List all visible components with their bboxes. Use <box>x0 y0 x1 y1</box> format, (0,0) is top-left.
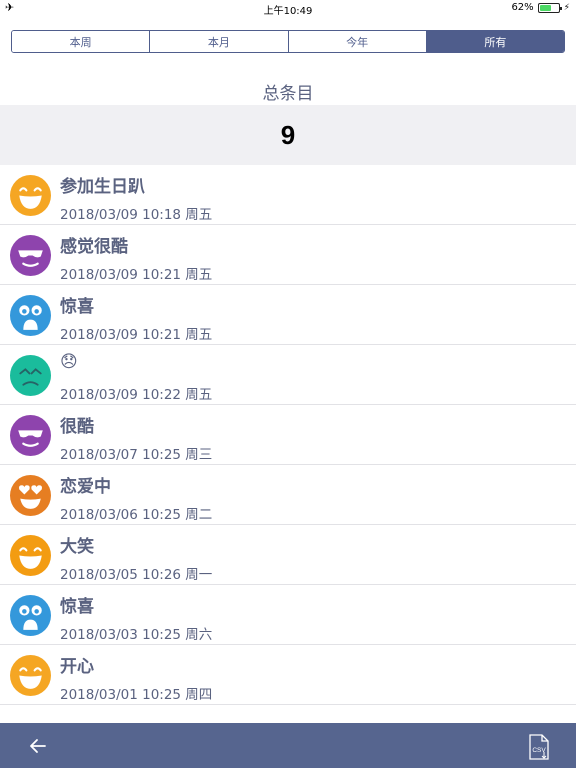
status-bar: ✈ 上午10:49 62% ⚡ <box>0 0 576 17</box>
entry-row[interactable]: 恋爱中 2018/03/06 10:25 周二 <box>0 465 576 525</box>
entry-row[interactable]: 参加生日趴 2018/03/09 10:18 周五 <box>0 165 576 225</box>
cool-face-icon <box>10 415 51 456</box>
back-arrow-icon <box>30 739 46 753</box>
surprised-face-icon <box>10 295 51 336</box>
entry-title: 开心 <box>60 657 94 677</box>
export-csv-button[interactable]: CSV <box>527 733 551 761</box>
status-time: 上午10:49 <box>263 6 313 17</box>
entry-title: 很酷 <box>60 417 94 437</box>
entry-row[interactable]: 开心 2018/03/01 10:25 周四 <box>0 645 576 705</box>
segment-this-week[interactable]: 本周 <box>12 31 151 52</box>
cool-face-icon <box>10 235 51 276</box>
entry-date: 2018/03/09 10:22 周五 <box>60 387 213 403</box>
period-segmented-control: 本周 本月 今年 所有 <box>11 30 565 53</box>
bolt-icon: ⚡ <box>563 2 570 13</box>
entry-date: 2018/03/09 10:21 周五 <box>60 267 213 283</box>
entry-row[interactable]: 大笑 2018/03/05 10:26 周一 <box>0 525 576 585</box>
in-love-face-icon <box>10 475 51 516</box>
entry-row[interactable]: 很酷 2018/03/07 10:25 周三 <box>0 405 576 465</box>
big-smile-face-icon <box>10 175 51 216</box>
segment-this-month[interactable]: 本月 <box>150 31 289 52</box>
battery-icon <box>537 2 562 13</box>
laugh-face-icon <box>10 535 51 576</box>
surprised-face-icon <box>10 595 51 636</box>
total-count: 9 <box>280 119 296 150</box>
entry-row[interactable]: 感觉很酷 2018/03/09 10:21 周五 <box>0 225 576 285</box>
entry-date: 2018/03/01 10:25 周四 <box>60 687 213 703</box>
bottom-toolbar: CSV <box>0 723 576 768</box>
status-right: 62% ⚡ <box>511 2 570 13</box>
segment-this-year[interactable]: 今年 <box>288 31 427 52</box>
entry-date: 2018/03/07 10:25 周三 <box>60 447 213 463</box>
total-entries-title: 总条目 <box>262 84 314 104</box>
battery-percent: 62% <box>511 2 534 13</box>
entry-title: 😞 <box>60 352 78 372</box>
count-band: 9 <box>0 105 576 165</box>
entry-date: 2018/03/03 10:25 周六 <box>60 627 213 643</box>
entry-title: 惊喜 <box>60 297 94 317</box>
entry-title: 恋爱中 <box>60 477 111 497</box>
entry-title: 感觉很酷 <box>60 237 128 257</box>
sad-face-icon <box>10 355 51 396</box>
segment-all[interactable]: 所有 <box>426 31 564 52</box>
entry-list: 参加生日趴 2018/03/09 10:18 周五感觉很酷 2018/03/09 1… <box>0 165 576 705</box>
entry-date: 2018/03/05 10:26 周一 <box>60 567 213 583</box>
big-smile-face-icon <box>10 655 51 696</box>
entry-row[interactable]: 惊喜 2018/03/09 10:21 周五 <box>0 285 576 345</box>
entry-row[interactable]: 😞 2018/03/09 10:22 周五 <box>0 345 576 405</box>
entry-date: 2018/03/09 10:21 周五 <box>60 327 213 343</box>
entry-date: 2018/03/06 10:25 周二 <box>60 507 213 523</box>
entry-row[interactable]: 惊喜 2018/03/03 10:25 周六 <box>0 585 576 645</box>
back-button[interactable] <box>26 735 50 757</box>
entry-date: 2018/03/09 10:18 周五 <box>60 207 213 223</box>
entry-title: 参加生日趴 <box>60 177 145 197</box>
entry-title: 大笑 <box>60 537 94 557</box>
entry-title: 惊喜 <box>60 597 94 617</box>
csv-export-icon: CSV <box>529 734 549 760</box>
battery-level <box>539 4 551 11</box>
